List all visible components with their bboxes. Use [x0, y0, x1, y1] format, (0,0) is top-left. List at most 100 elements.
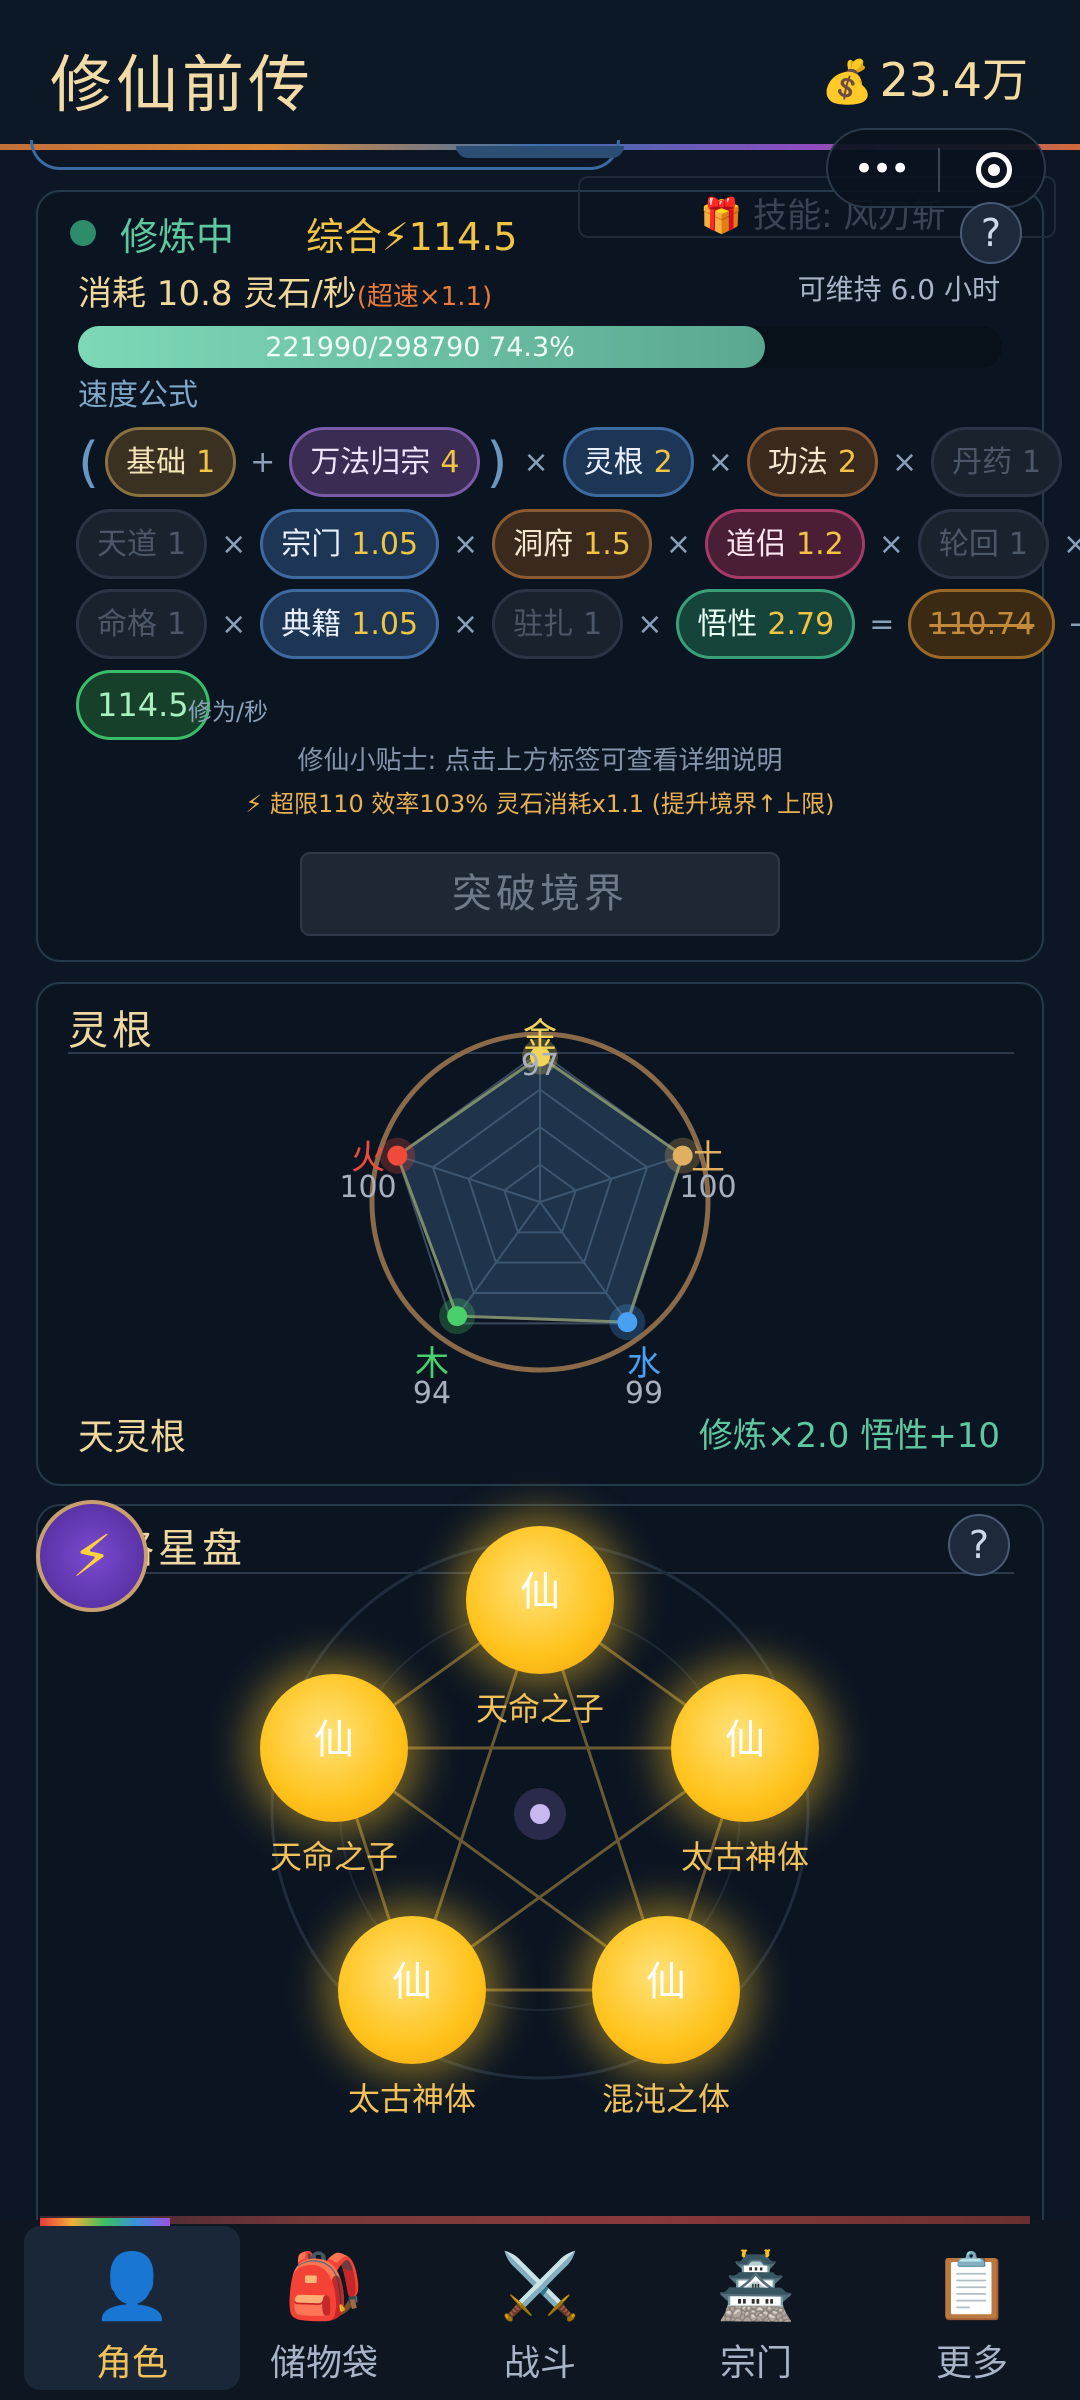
nav-tab-more[interactable]: 📋 更多 [864, 2226, 1080, 2390]
crossed-swords-icon: ⚔️ [500, 2250, 580, 2324]
chip-value: 1 [167, 607, 187, 642]
chip-partner[interactable]: 道侣 1.2 [705, 509, 865, 579]
cultivation-progress-bar: 221990/298790 74.3% [78, 326, 1002, 368]
chip-sect[interactable]: 宗门 1.05 [260, 509, 440, 579]
chip-insight[interactable]: 悟性 2.79 [676, 589, 856, 659]
times-op: × [523, 444, 549, 480]
boost-label: (超速×1.1) [356, 282, 493, 312]
cultivation-tip: 修仙小贴士: 点击上方标签可查看详细说明 [297, 746, 783, 776]
pagoda-icon: 🏯 [716, 2250, 796, 2324]
chip-heaven[interactable]: 天道 1 [76, 509, 208, 579]
times-op: × [707, 444, 733, 480]
chip-cave[interactable]: 洞府 1.5 [492, 509, 652, 579]
chip-fate[interactable]: 命格 1 [76, 589, 208, 659]
lightning-icon[interactable]: ⚡ [36, 1500, 148, 1612]
nav-tab-battle[interactable]: ⚔️ 战斗 [432, 2226, 648, 2390]
times-op: × [878, 526, 904, 562]
nav-tab-sect[interactable]: 🏯 宗门 [648, 2226, 864, 2390]
core-dot [530, 1804, 550, 1824]
consumption-rate: 消耗 10.8 灵石/秒(超速×1.1) [78, 266, 492, 315]
chip-label: 天道 [97, 527, 157, 562]
chip-label: 洞府 [513, 527, 574, 562]
chip-label: 功法 [767, 445, 828, 480]
app-title: 修仙前传 [50, 48, 315, 121]
fate-node-4[interactable]: 仙 [592, 1916, 740, 2064]
plus-op: + [250, 444, 276, 480]
times-op: × [665, 526, 692, 562]
radar-element-value: 100 [679, 1170, 737, 1205]
chip-value: 2.79 [767, 607, 835, 642]
limit-tip: ⚡ 超限110 效率103% 灵石消耗x1.1 (提升境界↑上限) [245, 790, 835, 818]
radar-point-3 [447, 1306, 468, 1327]
chip-label: 典籍 [281, 607, 342, 642]
chip-value: 1 [583, 607, 603, 642]
chip-value: 1 [1022, 445, 1042, 480]
person-icon: 👤 [92, 2250, 172, 2324]
nav-divider-rainbow [40, 2218, 170, 2226]
chip-reincarnation[interactable]: 轮回 1 [917, 509, 1049, 579]
chip-wanfa[interactable]: 万法归宗 4 [289, 427, 481, 497]
nav-tab-storage[interactable]: 🎒 储物袋 [216, 2226, 432, 2390]
nav-label: 战斗 [503, 2343, 576, 2384]
capsule-divider [938, 148, 940, 192]
chip-pill[interactable]: 丹药 1 [931, 427, 1063, 497]
nav-label: 角色 [95, 2343, 168, 2384]
clipboard-icon: 📋 [932, 2250, 1012, 2324]
formula-label: 速度公式 [78, 378, 198, 413]
fate-node-2[interactable]: 仙 [671, 1674, 819, 1822]
chip-books[interactable]: 典籍 1.05 [260, 589, 440, 659]
chip-skill[interactable]: 功法 2 [746, 427, 878, 497]
chip-value: 4 [440, 445, 460, 480]
times-op: × [891, 444, 918, 480]
chip-label: 丹药 [952, 445, 1013, 480]
money-display: 💰 23.4万 [821, 44, 1028, 110]
chip-root[interactable]: 灵根 2 [562, 427, 694, 497]
radar-element-value: 94 [412, 1376, 452, 1411]
chip-value: 1 [1008, 527, 1028, 562]
chip-value: 1 [196, 445, 216, 480]
chip-station[interactable]: 驻扎 1 [492, 589, 624, 659]
equals-op: = [869, 606, 895, 642]
cultivation-status: 修炼中 [120, 215, 235, 259]
times-op: × [221, 526, 247, 562]
arrow-op: → [1069, 607, 1080, 642]
fate-node-3[interactable]: 仙 [338, 1916, 486, 2064]
chip-value: 1 [167, 527, 187, 562]
chip-label: 命格 [97, 607, 157, 642]
open-paren: ( [78, 430, 100, 494]
fate-node-label: 太古神体 [680, 1838, 809, 1876]
spirit-root-radar [369, 1031, 711, 1373]
times-op: × [221, 606, 247, 642]
chip-value: 1.5 [583, 527, 631, 562]
chip-label: 道侣 [726, 527, 787, 562]
chip-basic[interactable]: 基础 1 [105, 427, 237, 497]
fate-node-1[interactable]: 仙 [260, 1674, 408, 1822]
radar-element-value: 97 [520, 1048, 560, 1083]
chip-label: 轮回 [938, 527, 999, 562]
more-menu-icon[interactable]: ••• [854, 152, 910, 186]
nav-label: 宗门 [719, 2343, 792, 2384]
fate-node-label: 天命之子 [475, 1690, 604, 1728]
fate-node-0[interactable]: 仙 [466, 1526, 614, 1674]
chip-label: 万法归宗 [310, 445, 431, 480]
chip-label: 基础 [126, 445, 187, 480]
chip-raw-total: 110.74 [908, 589, 1056, 659]
chip-value: 1.05 [351, 607, 419, 642]
chip-label: 灵根 [583, 445, 644, 480]
times-op: × [453, 606, 479, 642]
radar-point-2 [617, 1312, 638, 1333]
chip-value: 1.05 [351, 527, 419, 562]
nav-divider [40, 2216, 1030, 2224]
fate-node-label: 混沌之体 [601, 2080, 730, 2118]
root-type: 天灵根 [78, 1417, 187, 1458]
total-power: 综合⚡114.5 [306, 215, 518, 259]
breakthrough-button[interactable]: 突破境界 [300, 852, 780, 936]
close-target-icon[interactable] [976, 152, 1012, 188]
fate-node-label: 太古神体 [347, 2080, 476, 2118]
status-indicator [70, 220, 96, 246]
cultivation-help-button[interactable]: ? [960, 202, 1022, 264]
money-bag-icon: 💰 [821, 57, 874, 106]
consumption-text: 消耗 10.8 灵石/秒 [78, 274, 357, 314]
nav-tab-character[interactable]: 👤 角色 [24, 2226, 240, 2390]
progress-text: 221990/298790 74.3% [265, 332, 575, 363]
